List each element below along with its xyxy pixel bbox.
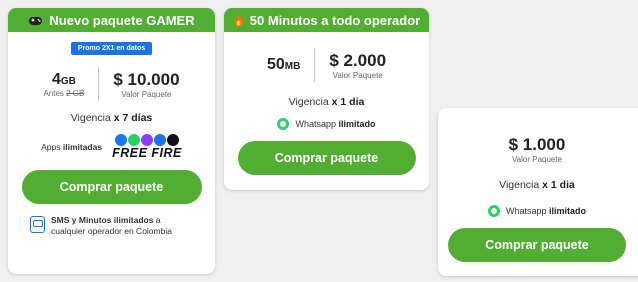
apps-label: Apps ilimitadas — [41, 141, 103, 152]
facebook-icon — [114, 134, 127, 146]
whatsapp-row: Whatsapp ilimitado — [438, 205, 636, 217]
package-price: $ 1.000 — [508, 135, 566, 154]
gamer-package-card: Nuevo paquete GAMER Promo 2X1 en datos 4… — [8, 8, 215, 274]
whatsapp-icon — [487, 205, 500, 217]
buy-package-button[interactable]: Comprar paquete — [448, 228, 626, 262]
price-label: Valor Paquete — [332, 70, 383, 80]
price-row: $ 1.000 Valor Paquete — [438, 135, 636, 164]
previous-amount: Antes 2 GB — [43, 88, 85, 98]
data-amount: 4GB — [51, 70, 76, 88]
price-row: 50MB $ 2.000 Valor Paquete — [224, 48, 429, 82]
instagram-icon — [153, 134, 166, 146]
card-header: 50 Minutos a todo operador — [224, 8, 429, 32]
messenger-icon — [140, 134, 153, 146]
validity-text: Vigencia x 1 dia — [499, 179, 575, 191]
minutes-package-card: 50 Minutos a todo operador 50MB $ 2.000 … — [224, 8, 429, 190]
whatsapp-text: Whatsapp ilimitado — [295, 119, 376, 129]
free-fire-logo: FREE FIRE — [112, 146, 182, 160]
sms-phone-icon — [30, 216, 45, 233]
price-row: 4GB Antes 2 GB $ 10.000 Valor Paquete — [8, 67, 215, 101]
app-icons: FREE FIRE — [112, 134, 182, 159]
package-price: $ 10.000 — [113, 69, 180, 89]
promo-badge: Promo 2X1 en datos — [70, 42, 153, 55]
buy-package-button[interactable]: Comprar paquete — [21, 170, 202, 204]
price-label: Valor Paquete — [511, 155, 563, 164]
card-title: 50 Minutos a todo operador — [249, 12, 421, 28]
price-label: Valor Paquete — [121, 89, 172, 99]
sms-info: SMS y Minutos ilimitados a cualquier ope… — [8, 215, 215, 237]
fire-icon — [233, 13, 244, 27]
buy-package-button[interactable]: Comprar paquete — [237, 141, 416, 175]
validity-text: Vigencia x 7 días — [70, 112, 153, 124]
apps-row: Apps ilimitadas FREE FIRE — [8, 134, 215, 159]
card-title: Nuevo paquete GAMER — [49, 12, 195, 28]
whatsapp-text: Whatsapp ilimitado — [505, 206, 587, 216]
validity-text: Vigencia x 1 dia — [288, 96, 365, 108]
package-price: $ 2.000 — [329, 50, 387, 70]
whatsapp-row: Whatsapp ilimitado — [224, 118, 429, 130]
x-icon — [166, 134, 179, 146]
gamepad-icon — [28, 15, 43, 26]
whatsapp-icon — [127, 134, 140, 146]
whatsapp-package-card: $ 1.000 Valor Paquete Vigencia x 1 dia W… — [438, 108, 638, 276]
sms-text: SMS y Minutos ilimitados a cualquier ope… — [51, 215, 172, 236]
card-header: Nuevo paquete GAMER — [8, 8, 215, 32]
whatsapp-icon — [277, 118, 290, 130]
data-amount: 50MB — [266, 56, 301, 73]
